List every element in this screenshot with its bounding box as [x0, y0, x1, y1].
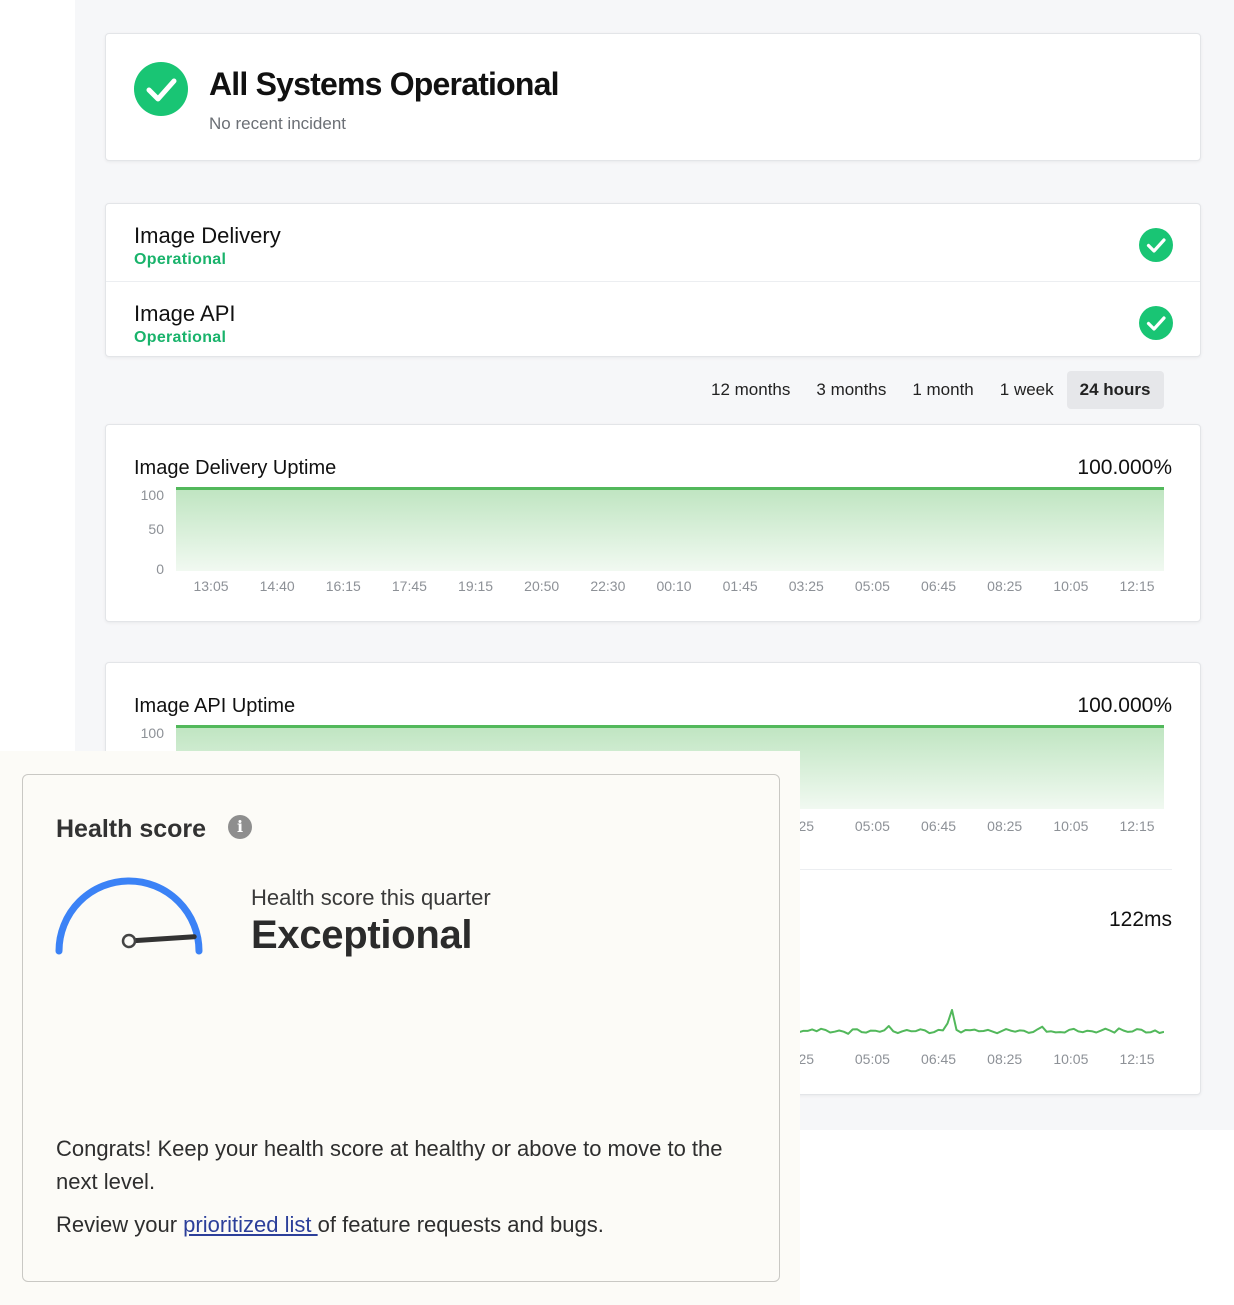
x-tick-label: 10:05 [1053, 818, 1089, 834]
x-tick-label: 13:05 [193, 578, 229, 594]
health-score-overlay: Health score i Health score this quarter… [0, 751, 800, 1305]
x-tick-label: 19:15 [458, 578, 494, 594]
tab-1-month[interactable]: 1 month [899, 371, 986, 409]
component-status: Operational [134, 329, 227, 346]
x-tick-label: 12:15 [1119, 578, 1155, 594]
status-title: All Systems Operational [209, 66, 560, 102]
x-tick-label: 06:45 [921, 578, 957, 594]
x-tick-label: 16:15 [325, 578, 361, 594]
image-delivery-uptime-card: Image Delivery Uptime 100.000% 100 50 0 … [105, 424, 1201, 622]
components-list: Image Delivery Operational Image API Ope… [105, 203, 1201, 357]
y-tick-label: 100 [140, 725, 164, 741]
x-tick-label: 12:15 [1119, 1051, 1155, 1067]
check-circle-icon [1139, 306, 1173, 340]
component-name: Image API [134, 301, 236, 326]
x-tick-label: 10:05 [1053, 1051, 1089, 1067]
congrats-text: Congrats! Keep your health score at heal… [56, 1136, 723, 1194]
review-text: Review your prioritized list of feature … [56, 1212, 604, 1238]
health-score-card: Health score i Health score this quarter… [22, 774, 780, 1282]
response-time-value: 122ms [1108, 908, 1172, 931]
y-tick-label: 0 [156, 561, 164, 577]
x-tick-label: 06:45 [921, 1051, 957, 1067]
x-tick-label: 22:30 [590, 578, 626, 594]
check-circle-icon [1139, 228, 1173, 262]
x-tick-label: 08:25 [987, 818, 1023, 834]
review-suffix: of feature requests and bugs. [317, 1212, 604, 1237]
x-tick-label: 05:05 [854, 1051, 890, 1067]
health-score-level: Exceptional [251, 913, 473, 957]
x-tick-label: 05:05 [854, 818, 890, 834]
tab-1-week[interactable]: 1 week [987, 371, 1067, 409]
uptime-area [176, 488, 1164, 571]
uptime-value: 100.000% [1077, 694, 1172, 717]
x-tick-label: 20:50 [524, 578, 560, 594]
x-tick-label: 05:05 [854, 578, 890, 594]
uptime-value: 100.000% [1077, 456, 1172, 479]
x-tick-label: 08:25 [987, 578, 1023, 594]
health-score-title: Health score [56, 815, 207, 843]
status-banner: All Systems Operational No recent incide… [105, 33, 1201, 161]
x-tick-label: 01:45 [722, 578, 758, 594]
uptime-chart [176, 487, 1164, 571]
gauge-pivot [121, 933, 137, 949]
tab-3-months[interactable]: 3 months [803, 371, 899, 409]
y-tick-label: 50 [148, 521, 164, 537]
x-tick-label: 17:45 [391, 578, 427, 594]
health-score-subtitle: Health score this quarter [251, 885, 491, 910]
x-tick-label: 25 [798, 1051, 815, 1067]
tab-12-months[interactable]: 12 months [698, 371, 803, 409]
gauge-needle [126, 934, 197, 944]
status-subtitle: No recent incident [209, 114, 347, 133]
x-tick-label: 03:25 [788, 578, 824, 594]
chart-title: Image API Uptime [134, 695, 296, 717]
x-tick-label: 08:25 [987, 1051, 1023, 1067]
tab-24-hours[interactable]: 24 hours [1066, 371, 1164, 409]
x-tick-label: 12:15 [1119, 818, 1155, 834]
health-gauge [53, 875, 205, 959]
x-tick-label: 25 [798, 818, 815, 834]
y-tick-label: 100 [140, 487, 164, 503]
info-icon[interactable]: i [228, 815, 252, 839]
time-range-tabs: 12 months 3 months 1 month 1 week 24 hou… [698, 371, 1164, 409]
component-row: Image Delivery Operational [106, 204, 1200, 281]
x-tick-label: 10:05 [1053, 578, 1089, 594]
x-tick-label: 06:45 [921, 818, 957, 834]
prioritized-list-link[interactable]: prioritized list [183, 1212, 317, 1237]
x-tick-label: 00:10 [656, 578, 692, 594]
x-tick-label: 14:40 [259, 578, 295, 594]
component-name: Image Delivery [134, 223, 281, 248]
review-prefix: Review your [56, 1212, 184, 1237]
component-row: Image API Operational [106, 281, 1200, 358]
check-circle-icon [134, 62, 188, 116]
chart-title: Image Delivery Uptime [134, 457, 337, 479]
x-axis: 13:05 14:40 16:15 17:45 19:15 20:50 22:30 00:10… [176, 578, 1164, 596]
component-status: Operational [134, 251, 227, 268]
